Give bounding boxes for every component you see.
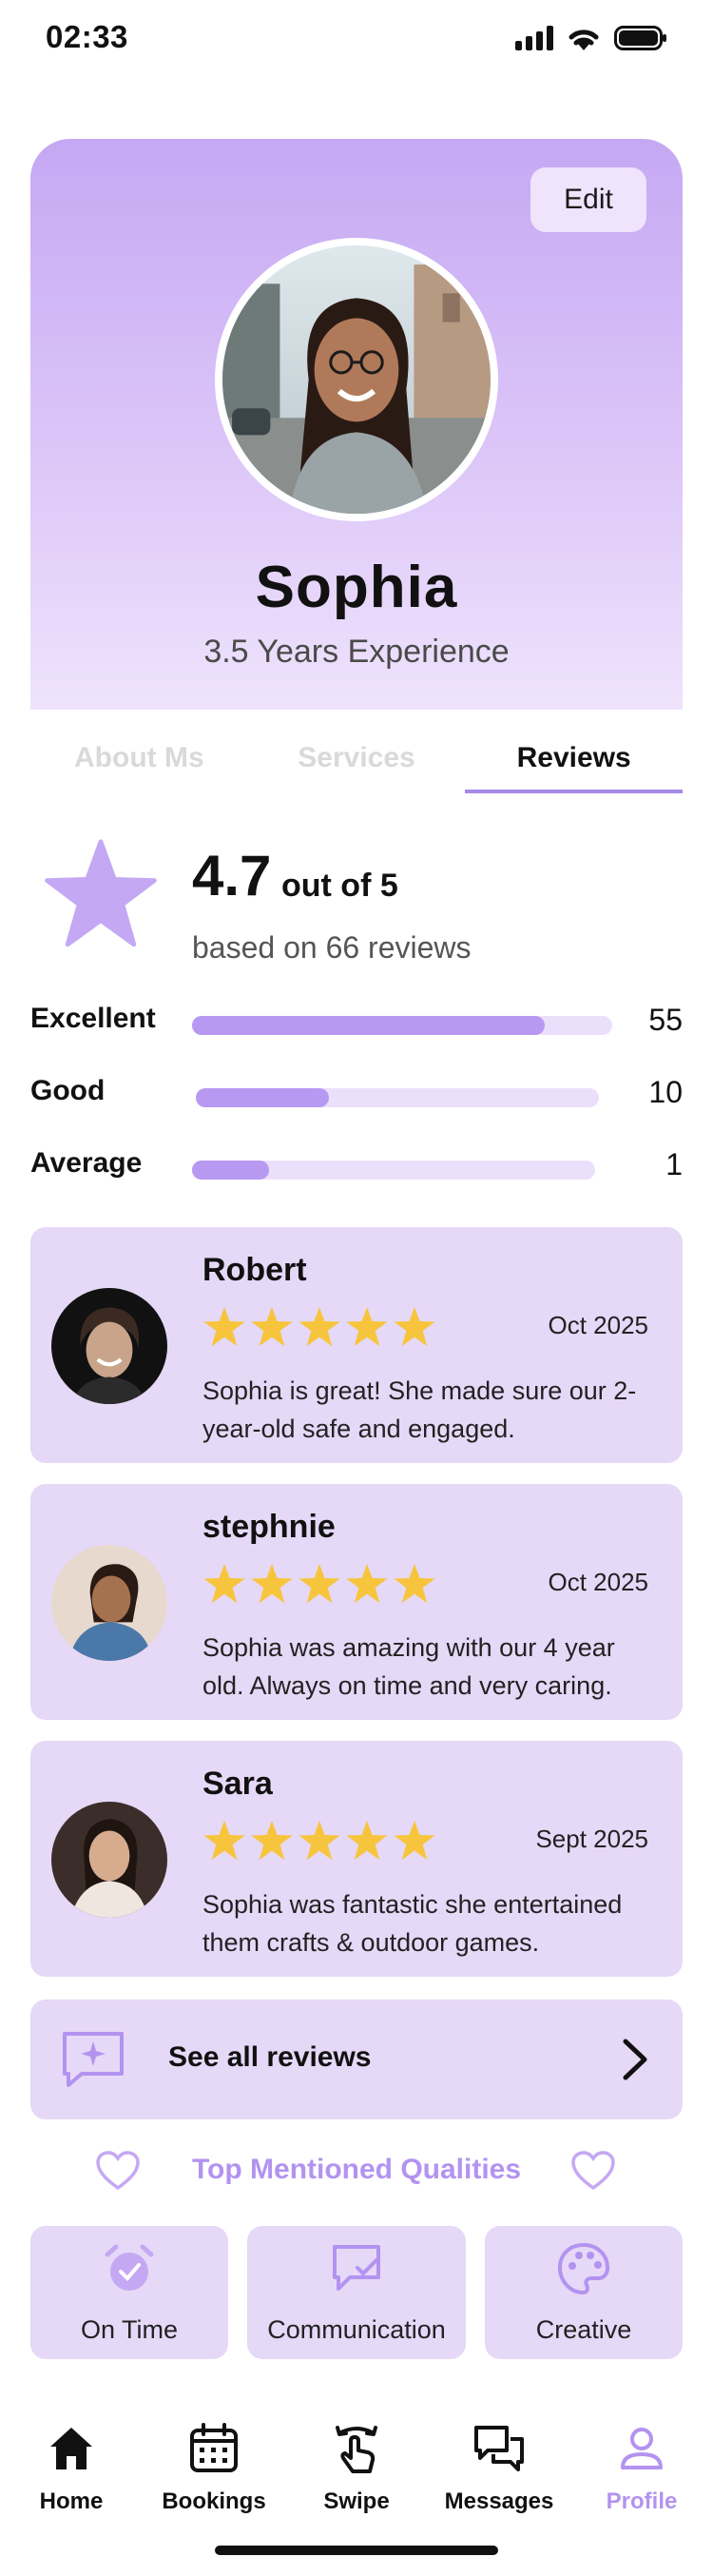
star-icon xyxy=(203,1306,245,1347)
quality-card-on-time[interactable]: On Time xyxy=(30,2226,228,2359)
nav-label: Messages xyxy=(444,2488,554,2514)
avatar xyxy=(51,1802,167,1918)
review-text: Sophia was fantastic she entertained the… xyxy=(202,1890,623,1957)
bar-label: Excellent xyxy=(30,1003,156,1034)
bar-fill xyxy=(192,1016,546,1035)
profile-name: Sophia xyxy=(255,555,458,620)
review-date: Sept 2025 xyxy=(535,1825,648,1853)
profile-photo xyxy=(222,245,491,514)
bar-count: 1 xyxy=(665,1147,683,1181)
bar-fill xyxy=(192,1161,269,1180)
review-text: Sophia is great! She made sure our 2-yea… xyxy=(202,1376,637,1443)
qualities-heading: Top Mentioned Qualities xyxy=(30,2140,683,2201)
rating-based-on: based on 66 reviews xyxy=(192,930,472,965)
bar-count: 10 xyxy=(648,1075,683,1109)
star-icon xyxy=(299,1820,340,1861)
rating-star-icon xyxy=(45,839,157,947)
edit-button[interactable]: Edit xyxy=(530,167,646,232)
quality-label: On Time xyxy=(80,2315,179,2344)
reviewer-name: stephnie xyxy=(202,1509,336,1545)
rating-out-of: out of 5 xyxy=(281,868,398,904)
nav-messages[interactable]: Messages xyxy=(428,2422,570,2515)
nav-profile[interactable]: Profile xyxy=(570,2422,713,2515)
star-icon xyxy=(346,1563,388,1604)
experience-label: 3.5 Years Experience xyxy=(203,634,510,670)
review-date: Oct 2025 xyxy=(548,1311,648,1339)
bar-label: Average xyxy=(30,1147,143,1179)
rating-bar-average: Average 1 xyxy=(30,1147,683,1189)
nav-label: Swipe xyxy=(323,2488,390,2514)
bar-count: 55 xyxy=(648,1003,683,1037)
star-icon xyxy=(299,1563,340,1604)
avatar xyxy=(51,1288,167,1404)
star-icon xyxy=(394,1306,435,1347)
star-icon xyxy=(299,1306,340,1347)
reviewer-name: Robert xyxy=(202,1252,307,1288)
quality-card-creative[interactable]: Creative xyxy=(485,2226,683,2359)
status-bar: 02:33 xyxy=(0,0,713,80)
profile-avatar xyxy=(215,238,498,521)
alarm-clock-icon xyxy=(105,2244,154,2291)
review-text: Sophia was amazing with our 4 year old. … xyxy=(202,1633,615,1700)
star-icon xyxy=(346,1820,388,1861)
nav-label: Home xyxy=(39,2488,104,2514)
rating-bar-excellent: Excellent 55 xyxy=(30,1003,683,1044)
see-all-label: See all reviews xyxy=(168,2041,372,2073)
palette-icon xyxy=(557,2242,610,2295)
chevron-right-icon xyxy=(623,2039,647,2080)
profile-icon xyxy=(621,2428,663,2469)
review-stars xyxy=(202,1305,436,1349)
tab-about[interactable]: About Ms xyxy=(30,723,248,793)
profile-header: Edit Sophia 3.5 Years Experience xyxy=(30,139,683,710)
sparkle-message-icon xyxy=(63,2032,124,2087)
home-indicator xyxy=(215,2546,498,2555)
bar-track xyxy=(192,1016,612,1035)
avatar xyxy=(51,1545,167,1661)
chat-check-icon xyxy=(333,2245,380,2291)
see-all-reviews-button[interactable]: See all reviews xyxy=(30,2000,683,2119)
star-icon xyxy=(346,1306,388,1347)
bar-fill xyxy=(196,1088,329,1107)
rating-score: 4.7 xyxy=(192,844,272,907)
tab-services[interactable]: Services xyxy=(248,723,466,793)
review-date: Oct 2025 xyxy=(548,1568,648,1596)
quality-label: Communication xyxy=(267,2315,446,2344)
star-icon xyxy=(251,1820,293,1861)
star-icon xyxy=(251,1306,293,1347)
review-card[interactable]: stephnie Oct 2025 Sophia was amazing wit… xyxy=(30,1484,683,1720)
star-icon xyxy=(394,1820,435,1861)
nav-bookings[interactable]: Bookings xyxy=(143,2422,285,2515)
star-icon xyxy=(251,1563,293,1604)
home-icon xyxy=(50,2428,92,2469)
star-icon xyxy=(394,1563,435,1604)
nav-swipe[interactable]: Swipe xyxy=(285,2422,428,2515)
rating-bar-good: Good 10 xyxy=(30,1075,683,1117)
tab-bar: About Ms Services Reviews xyxy=(30,723,684,793)
bar-track xyxy=(192,1161,595,1180)
bar-label: Good xyxy=(30,1075,106,1106)
review-stars xyxy=(202,1562,436,1606)
quality-card-communication[interactable]: Communication xyxy=(247,2226,466,2359)
quality-label: Creative xyxy=(535,2315,632,2344)
signal-icon xyxy=(515,26,553,50)
nav-label: Bookings xyxy=(162,2488,266,2514)
nav-label: Profile xyxy=(606,2488,678,2514)
wifi-icon xyxy=(568,29,599,50)
tab-reviews[interactable]: Reviews xyxy=(465,723,684,793)
nav-home[interactable]: Home xyxy=(0,2422,143,2515)
star-icon xyxy=(203,1820,245,1861)
status-icons xyxy=(515,25,667,51)
review-card[interactable]: Sara Sept 2025 Sophia was fantastic she … xyxy=(30,1741,683,1977)
heart-icon xyxy=(571,2151,615,2191)
battery-icon xyxy=(614,26,666,50)
star-icon xyxy=(203,1563,245,1604)
review-stars xyxy=(202,1819,436,1863)
calendar-icon xyxy=(190,2423,238,2472)
review-card[interactable]: Robert Oct 2025 Sophia is great! She mad… xyxy=(30,1227,683,1463)
swipe-hand-icon xyxy=(336,2426,377,2473)
reviewer-name: Sara xyxy=(202,1766,273,1802)
status-time: 02:33 xyxy=(46,19,128,54)
messages-icon xyxy=(474,2426,524,2471)
bar-track xyxy=(196,1088,599,1107)
